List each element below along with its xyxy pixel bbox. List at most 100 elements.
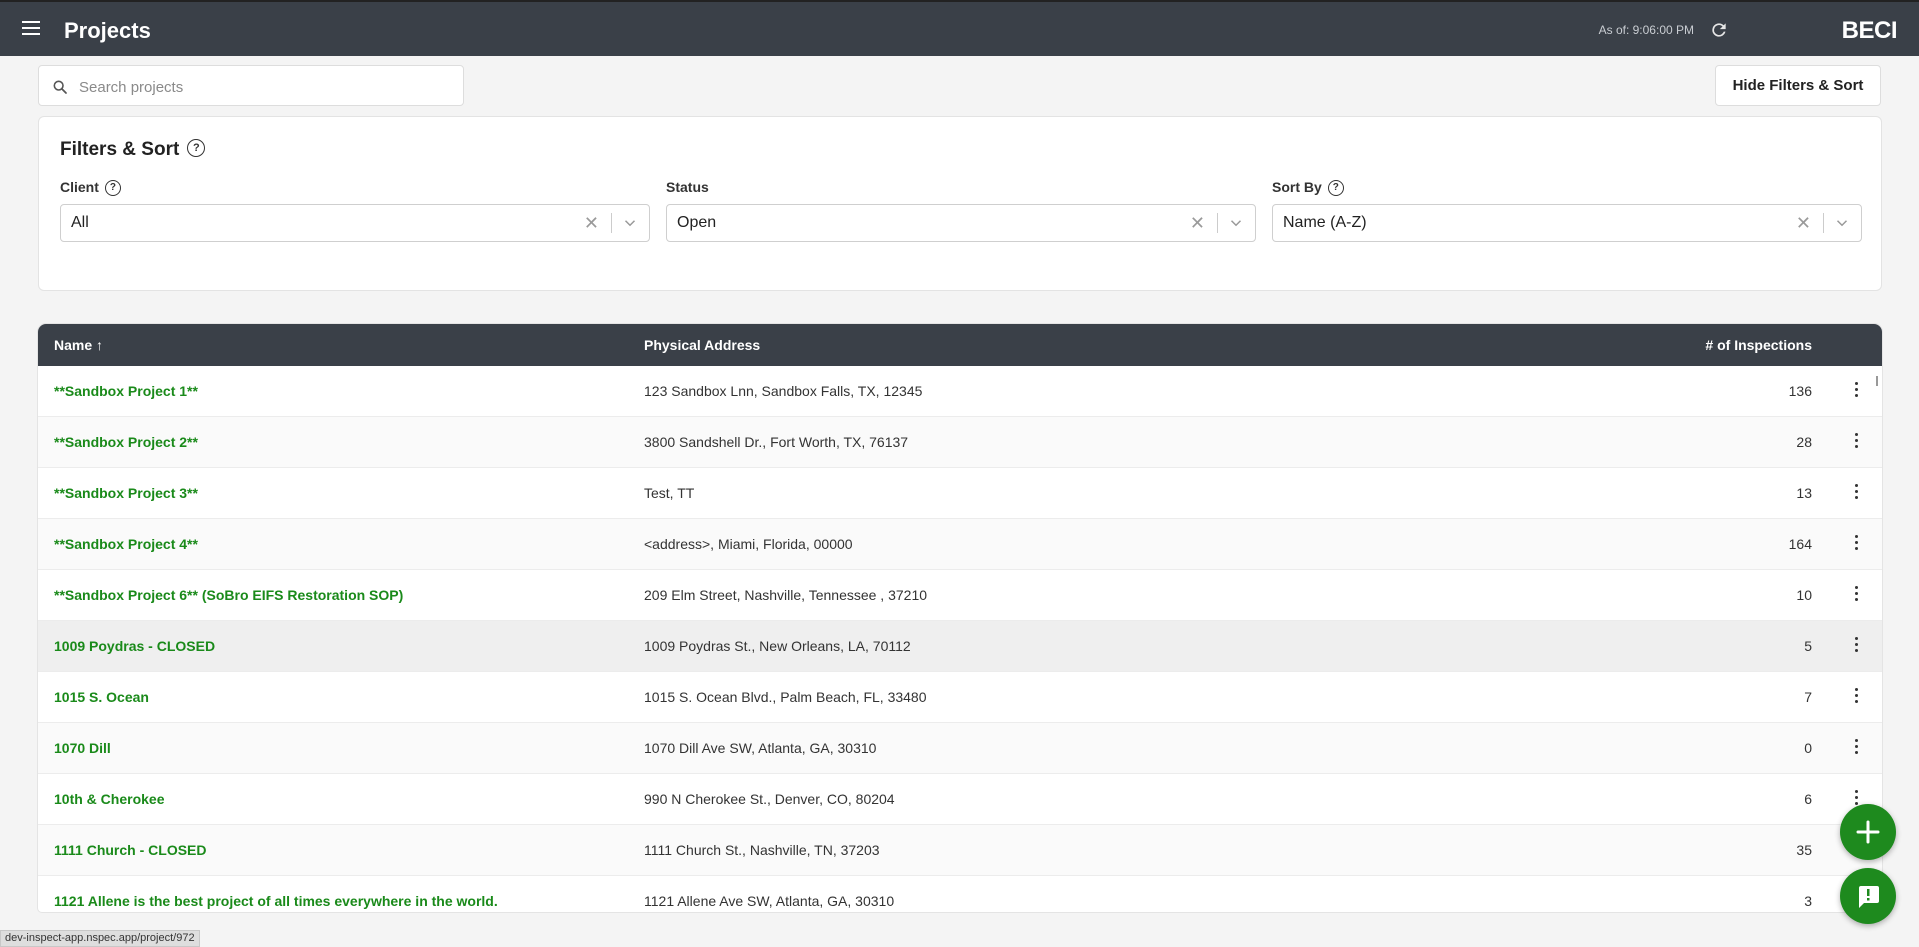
column-header-name[interactable]: Name ↑ bbox=[54, 337, 103, 353]
help-icon[interactable]: ? bbox=[187, 139, 206, 158]
project-address: 1121 Allene Ave SW, Atlanta, GA, 30310 bbox=[644, 893, 895, 909]
project-address: 1111 Church St., Nashville, TN, 37203 bbox=[644, 842, 880, 858]
inspection-count: 164 bbox=[1788, 536, 1812, 552]
add-project-button[interactable] bbox=[1840, 804, 1896, 860]
project-name-link[interactable]: **Sandbox Project 1** bbox=[54, 383, 198, 399]
table-row[interactable]: **Sandbox Project 6** (SoBro EIFS Restor… bbox=[38, 570, 1882, 621]
project-address: 1015 S. Ocean Blvd., Palm Beach, FL, 334… bbox=[644, 689, 927, 705]
table-header: Name ↑ Physical Address # of Inspections bbox=[38, 324, 1882, 366]
project-name-link[interactable]: **Sandbox Project 2** bbox=[54, 434, 198, 450]
client-label: Client? bbox=[60, 177, 650, 197]
inspection-count: 3 bbox=[1804, 893, 1812, 909]
project-address: 3800 Sandshell Dr., Fort Worth, TX, 7613… bbox=[644, 434, 909, 450]
status-select-value: Open bbox=[677, 214, 717, 231]
inspection-count: 13 bbox=[1796, 485, 1812, 501]
select-divider bbox=[1823, 213, 1824, 233]
clear-icon[interactable]: ✕ bbox=[584, 213, 599, 234]
project-name-link[interactable]: 1121 Allene is the best project of all t… bbox=[54, 893, 498, 909]
sort-by-select-value: Name (A-Z) bbox=[1283, 214, 1367, 231]
project-address: 1070 Dill Ave SW, Atlanta, GA, 30310 bbox=[644, 740, 877, 756]
status-label: Status bbox=[666, 179, 709, 195]
table-row[interactable]: 1015 S. Ocean 1015 S. Ocean Blvd., Palm … bbox=[38, 672, 1882, 723]
table-row[interactable]: 10th & Cherokee 990 N Cherokee St., Denv… bbox=[38, 774, 1882, 825]
table-row[interactable]: **Sandbox Project 2** 3800 Sandshell Dr.… bbox=[38, 417, 1882, 468]
status-filter: Status Open ✕ bbox=[666, 177, 1256, 242]
clear-icon[interactable]: ✕ bbox=[1190, 213, 1205, 234]
project-name-link[interactable]: 1009 Poydras - CLOSED bbox=[54, 638, 215, 654]
table-row[interactable]: **Sandbox Project 3** Test, TT 13 bbox=[38, 468, 1882, 519]
chevron-down-icon[interactable] bbox=[621, 214, 639, 232]
project-address: 990 N Cherokee St., Denver, CO, 80204 bbox=[644, 791, 895, 807]
inspection-count: 6 bbox=[1804, 791, 1812, 807]
inspection-count: 28 bbox=[1796, 434, 1812, 450]
inspection-count: 0 bbox=[1804, 740, 1812, 756]
table-body: **Sandbox Project 1** 123 Sandbox Lnn, S… bbox=[38, 366, 1882, 912]
project-address: <address>, Miami, Florida, 00000 bbox=[644, 536, 853, 552]
refresh-icon[interactable] bbox=[1709, 20, 1729, 40]
column-header-address: Physical Address bbox=[644, 337, 761, 353]
sort-by-label-text: Sort By bbox=[1272, 179, 1322, 195]
project-name-link[interactable]: **Sandbox Project 4** bbox=[54, 536, 198, 552]
inspection-count: 10 bbox=[1796, 587, 1812, 603]
client-select[interactable]: All ✕ bbox=[60, 204, 650, 242]
scrollbar[interactable] bbox=[1876, 376, 1878, 386]
clear-icon[interactable]: ✕ bbox=[1796, 213, 1811, 234]
hide-filters-button[interactable]: Hide Filters & Sort bbox=[1715, 65, 1881, 106]
table-row[interactable]: 1121 Allene is the best project of all t… bbox=[38, 876, 1882, 912]
search-field[interactable] bbox=[38, 65, 464, 106]
table-row[interactable]: 1070 Dill 1070 Dill Ave SW, Atlanta, GA,… bbox=[38, 723, 1882, 774]
chat-button[interactable] bbox=[1840, 868, 1896, 924]
inspection-count: 136 bbox=[1788, 383, 1812, 399]
sort-by-select[interactable]: Name (A-Z) ✕ bbox=[1272, 204, 1862, 242]
more-vert-icon[interactable] bbox=[1850, 686, 1862, 708]
chevron-down-icon[interactable] bbox=[1833, 214, 1851, 232]
table-row[interactable]: 1111 Church - CLOSED 1111 Church St., Na… bbox=[38, 825, 1882, 876]
projects-table: Name ↑ Physical Address # of Inspections… bbox=[38, 324, 1882, 912]
page-title: Projects bbox=[64, 18, 151, 43]
project-name-link[interactable]: 10th & Cherokee bbox=[54, 791, 164, 807]
more-vert-icon[interactable] bbox=[1850, 533, 1862, 555]
project-name-link[interactable]: 1070 Dill bbox=[54, 740, 111, 756]
project-name-link[interactable]: 1015 S. Ocean bbox=[54, 689, 149, 705]
link-preview-url: dev-inspect-app.nspec.app/project/972 bbox=[0, 930, 200, 947]
project-address: 123 Sandbox Lnn, Sandbox Falls, TX, 1234… bbox=[644, 383, 923, 399]
menu-icon[interactable] bbox=[22, 21, 40, 35]
select-divider bbox=[1217, 213, 1218, 233]
brand-logo: BECI bbox=[1841, 17, 1898, 44]
help-icon[interactable]: ? bbox=[104, 180, 121, 197]
table-row[interactable]: **Sandbox Project 4** <address>, Miami, … bbox=[38, 519, 1882, 570]
chevron-down-icon[interactable] bbox=[1227, 214, 1245, 232]
more-vert-icon[interactable] bbox=[1850, 482, 1862, 504]
more-vert-icon[interactable] bbox=[1850, 431, 1862, 453]
project-name-link[interactable]: 1111 Church - CLOSED bbox=[54, 842, 207, 858]
sort-by-filter: Sort By? Name (A-Z) ✕ bbox=[1272, 177, 1862, 242]
top-app-bar: Projects As of: 9:06:00 PM BECI bbox=[0, 0, 1919, 56]
more-vert-icon[interactable] bbox=[1850, 635, 1862, 657]
plus-icon bbox=[1856, 820, 1880, 844]
table-row[interactable]: **Sandbox Project 1** 123 Sandbox Lnn, S… bbox=[38, 366, 1882, 417]
project-name-link[interactable]: **Sandbox Project 6** (SoBro EIFS Restor… bbox=[54, 587, 403, 603]
inspection-count: 35 bbox=[1796, 842, 1812, 858]
more-vert-icon[interactable] bbox=[1850, 584, 1862, 606]
chat-icon bbox=[1859, 886, 1879, 908]
more-vert-icon[interactable] bbox=[1850, 380, 1862, 402]
project-address: 209 Elm Street, Nashville, Tennessee , 3… bbox=[644, 587, 928, 603]
more-vert-icon[interactable] bbox=[1850, 737, 1862, 759]
status-select[interactable]: Open ✕ bbox=[666, 204, 1256, 242]
client-label-text: Client bbox=[60, 179, 99, 195]
inspection-count: 5 bbox=[1804, 638, 1812, 654]
filters-panel: Filters & Sort? Client? All ✕ Status Ope… bbox=[38, 116, 1882, 291]
inspection-count: 7 bbox=[1804, 689, 1812, 705]
search-input[interactable] bbox=[77, 74, 451, 100]
filters-title-text: Filters & Sort bbox=[60, 139, 180, 160]
table-row[interactable]: 1009 Poydras - CLOSED 1009 Poydras St., … bbox=[38, 621, 1882, 672]
sort-by-label: Sort By? bbox=[1272, 177, 1862, 197]
project-address: Test, TT bbox=[644, 485, 695, 501]
filters-heading: Filters & Sort? bbox=[60, 139, 206, 161]
project-name-link[interactable]: **Sandbox Project 3** bbox=[54, 485, 198, 501]
client-filter: Client? All ✕ bbox=[60, 177, 650, 242]
select-divider bbox=[611, 213, 612, 233]
help-icon[interactable]: ? bbox=[1327, 180, 1344, 197]
client-select-value: All bbox=[71, 214, 89, 231]
project-address: 1009 Poydras St., New Orleans, LA, 70112 bbox=[644, 638, 911, 654]
